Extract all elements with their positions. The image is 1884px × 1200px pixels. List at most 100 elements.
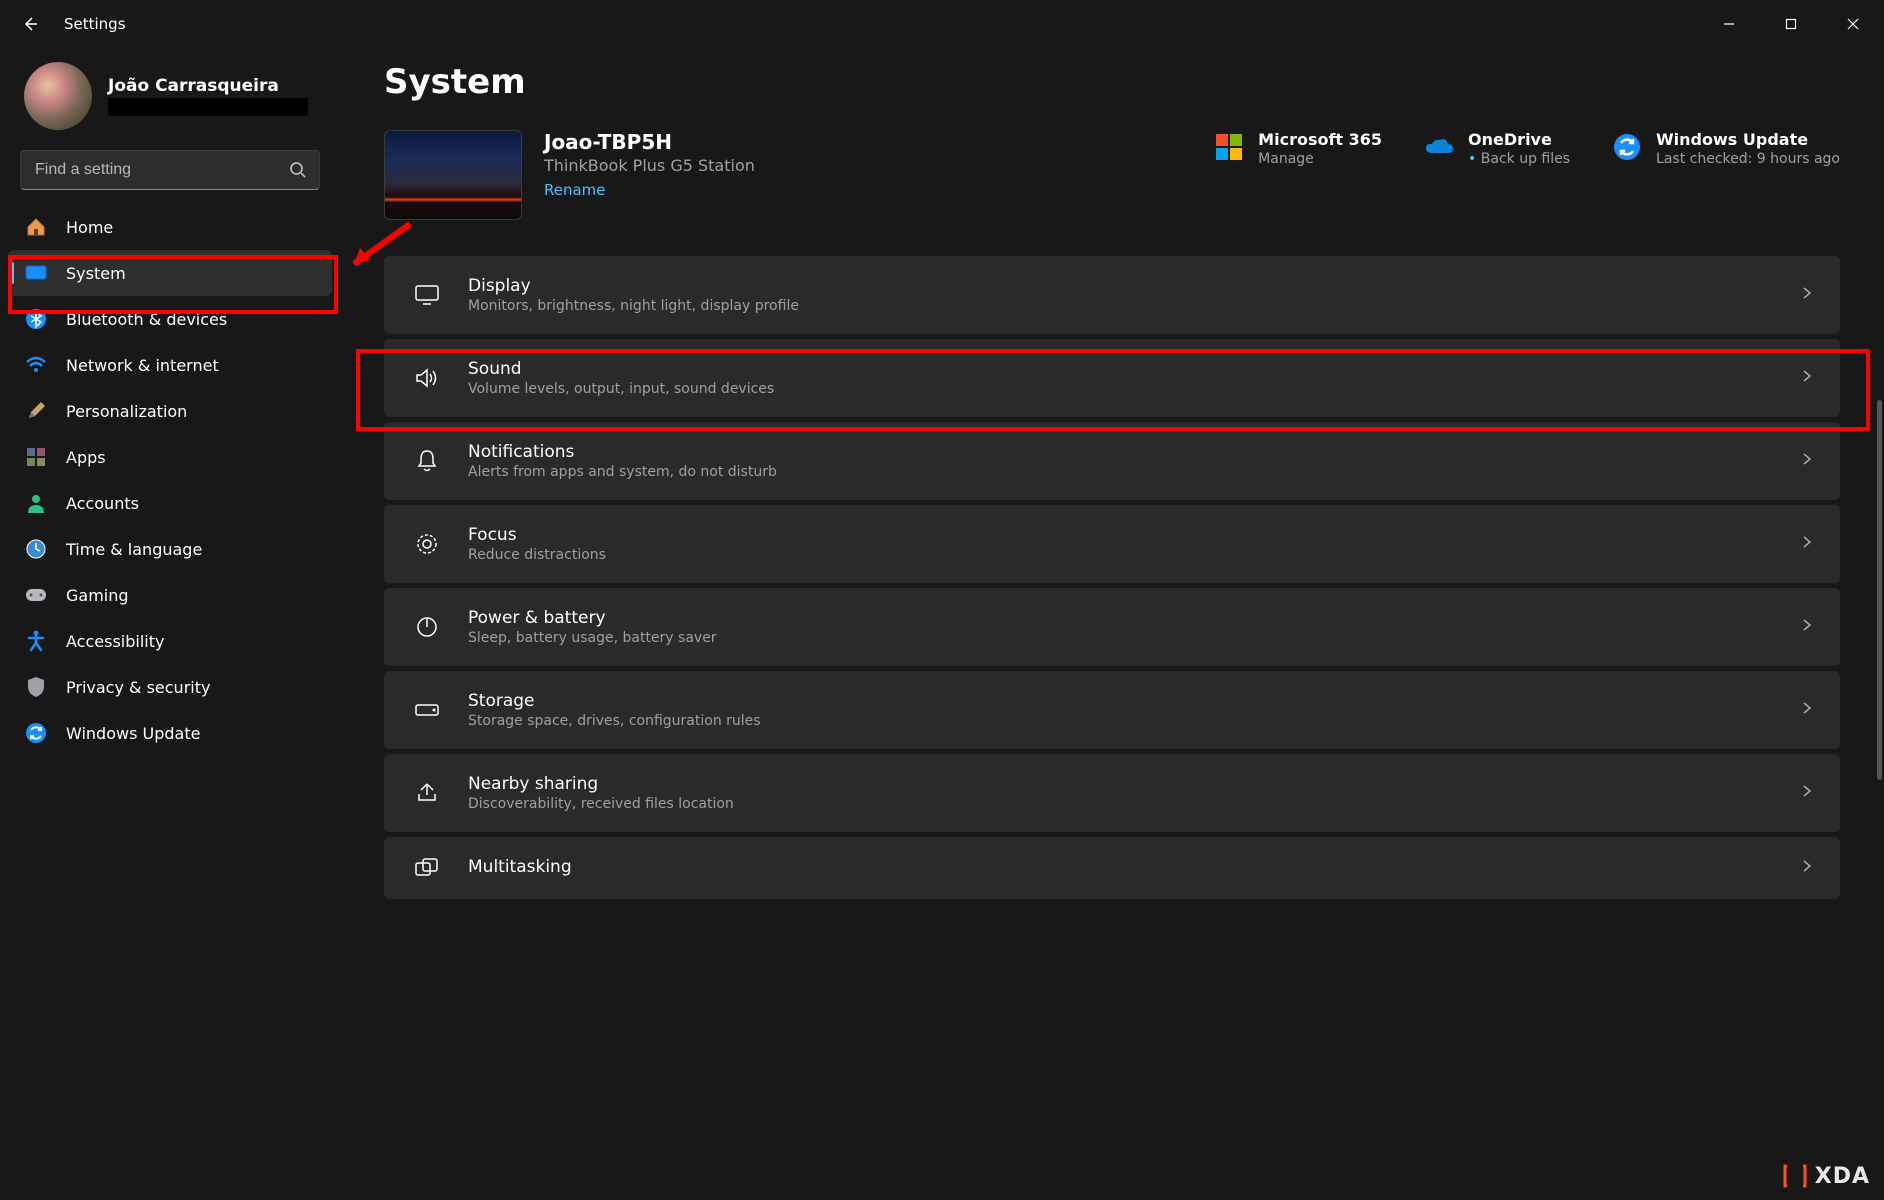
- accessibility-icon: [24, 629, 48, 653]
- system-icon: [24, 261, 48, 285]
- sidebar-item-label: Accounts: [66, 494, 139, 513]
- chevron-right-icon: [1800, 784, 1814, 802]
- card-sub: Storage space, drives, configuration rul…: [468, 713, 1800, 729]
- ql-sub: Manage: [1258, 151, 1382, 167]
- sidebar-item-label: System: [66, 264, 126, 283]
- card-sub: Reduce distractions: [468, 547, 1800, 563]
- focus-icon: [410, 532, 444, 556]
- sidebar-item-bluetooth[interactable]: Bluetooth & devices: [8, 296, 332, 342]
- sidebar-item-label: Network & internet: [66, 356, 219, 375]
- settings-cards: Display Monitors, brightness, night ligh…: [384, 256, 1840, 899]
- page-title: System: [384, 62, 1840, 102]
- nav: Home System Bluetooth & devices Network …: [0, 204, 340, 756]
- microsoft365-icon: [1214, 130, 1244, 160]
- back-arrow-icon: [21, 15, 39, 33]
- share-icon: [410, 781, 444, 805]
- ql-sub: Back up files: [1468, 151, 1570, 167]
- quick-link-microsoft365[interactable]: Microsoft 365 Manage: [1214, 130, 1382, 167]
- card-title: Focus: [468, 525, 1800, 545]
- main-panel: System Joao-TBP5H ThinkBook Plus G5 Stat…: [340, 48, 1884, 1200]
- avatar: [24, 62, 92, 130]
- card-title: Power & battery: [468, 608, 1800, 628]
- sidebar-item-time-language[interactable]: Time & language: [8, 526, 332, 572]
- search-box[interactable]: [20, 150, 320, 190]
- card-focus[interactable]: Focus Reduce distractions: [384, 505, 1840, 583]
- sidebar-item-label: Bluetooth & devices: [66, 310, 227, 329]
- device-name: Joao-TBP5H: [544, 130, 1192, 154]
- bluetooth-icon: [24, 307, 48, 331]
- accounts-icon: [24, 491, 48, 515]
- card-notifications[interactable]: Notifications Alerts from apps and syste…: [384, 422, 1840, 500]
- card-display[interactable]: Display Monitors, brightness, night ligh…: [384, 256, 1840, 334]
- chevron-right-icon: [1800, 701, 1814, 719]
- ql-title: Microsoft 365: [1258, 130, 1382, 149]
- sidebar-item-accessibility[interactable]: Accessibility: [8, 618, 332, 664]
- watermark: XDA: [1781, 1162, 1870, 1190]
- sidebar-item-system[interactable]: System: [8, 250, 332, 296]
- paintbrush-icon: [24, 399, 48, 423]
- card-sound[interactable]: Sound Volume levels, output, input, soun…: [384, 339, 1840, 417]
- user-email-redacted: [108, 98, 308, 116]
- ql-title: OneDrive: [1468, 130, 1570, 149]
- card-multitasking[interactable]: Multitasking: [384, 837, 1840, 899]
- card-title: Multitasking: [468, 857, 1800, 877]
- card-title: Sound: [468, 359, 1800, 379]
- back-button[interactable]: [18, 12, 42, 36]
- bell-icon: [410, 449, 444, 473]
- quick-link-onedrive[interactable]: OneDrive Back up files: [1424, 130, 1570, 167]
- sound-icon: [410, 367, 444, 389]
- watermark-text: XDA: [1815, 1164, 1870, 1189]
- xda-logo-icon: [1781, 1162, 1809, 1190]
- sidebar-item-apps[interactable]: Apps: [8, 434, 332, 480]
- gamepad-icon: [24, 583, 48, 607]
- chevron-right-icon: [1800, 535, 1814, 553]
- device-row: Joao-TBP5H ThinkBook Plus G5 Station Ren…: [384, 130, 1840, 220]
- chevron-right-icon: [1800, 859, 1814, 877]
- sidebar-item-personalization[interactable]: Personalization: [8, 388, 332, 434]
- sidebar-item-label: Accessibility: [66, 632, 164, 651]
- ql-sub: Last checked: 9 hours ago: [1656, 151, 1840, 167]
- clock-globe-icon: [24, 537, 48, 561]
- display-icon: [410, 284, 444, 306]
- search-input[interactable]: [33, 160, 289, 180]
- sidebar-item-label: Time & language: [66, 540, 202, 559]
- sidebar-item-privacy[interactable]: Privacy & security: [8, 664, 332, 710]
- sidebar-item-home[interactable]: Home: [8, 204, 332, 250]
- device-thumbnail[interactable]: [384, 130, 522, 220]
- shield-icon: [24, 675, 48, 699]
- chevron-right-icon: [1800, 369, 1814, 387]
- update-icon: [24, 721, 48, 745]
- card-nearby-sharing[interactable]: Nearby sharing Discoverability, received…: [384, 754, 1840, 832]
- maximize-icon: [1785, 18, 1797, 30]
- sidebar-item-windows-update[interactable]: Windows Update: [8, 710, 332, 756]
- card-sub: Volume levels, output, input, sound devi…: [468, 381, 1800, 397]
- sidebar-item-label: Personalization: [66, 402, 187, 421]
- card-storage[interactable]: Storage Storage space, drives, configura…: [384, 671, 1840, 749]
- rename-link[interactable]: Rename: [544, 181, 1192, 199]
- maximize-button[interactable]: [1760, 0, 1822, 48]
- device-model: ThinkBook Plus G5 Station: [544, 156, 1192, 175]
- card-power-battery[interactable]: Power & battery Sleep, battery usage, ba…: [384, 588, 1840, 666]
- sidebar-item-label: Gaming: [66, 586, 129, 605]
- close-button[interactable]: [1822, 0, 1884, 48]
- multitasking-icon: [410, 857, 444, 879]
- user-block[interactable]: João Carrasqueira: [0, 62, 340, 150]
- quick-links: Microsoft 365 Manage OneDrive Back up fi…: [1214, 130, 1840, 167]
- ql-title: Windows Update: [1656, 130, 1840, 149]
- minimize-button[interactable]: [1698, 0, 1760, 48]
- card-title: Nearby sharing: [468, 774, 1800, 794]
- windows-update-icon: [1612, 130, 1642, 160]
- storage-icon: [410, 702, 444, 718]
- card-sub: Discoverability, received files location: [468, 796, 1800, 812]
- power-icon: [410, 615, 444, 639]
- quick-link-windows-update[interactable]: Windows Update Last checked: 9 hours ago: [1612, 130, 1840, 167]
- window-controls: [1698, 0, 1884, 48]
- sidebar-item-accounts[interactable]: Accounts: [8, 480, 332, 526]
- chevron-right-icon: [1800, 618, 1814, 636]
- chevron-right-icon: [1800, 452, 1814, 470]
- sidebar-item-gaming[interactable]: Gaming: [8, 572, 332, 618]
- close-icon: [1847, 18, 1859, 30]
- scrollbar[interactable]: [1877, 400, 1882, 780]
- sidebar-item-label: Home: [66, 218, 113, 237]
- sidebar-item-network[interactable]: Network & internet: [8, 342, 332, 388]
